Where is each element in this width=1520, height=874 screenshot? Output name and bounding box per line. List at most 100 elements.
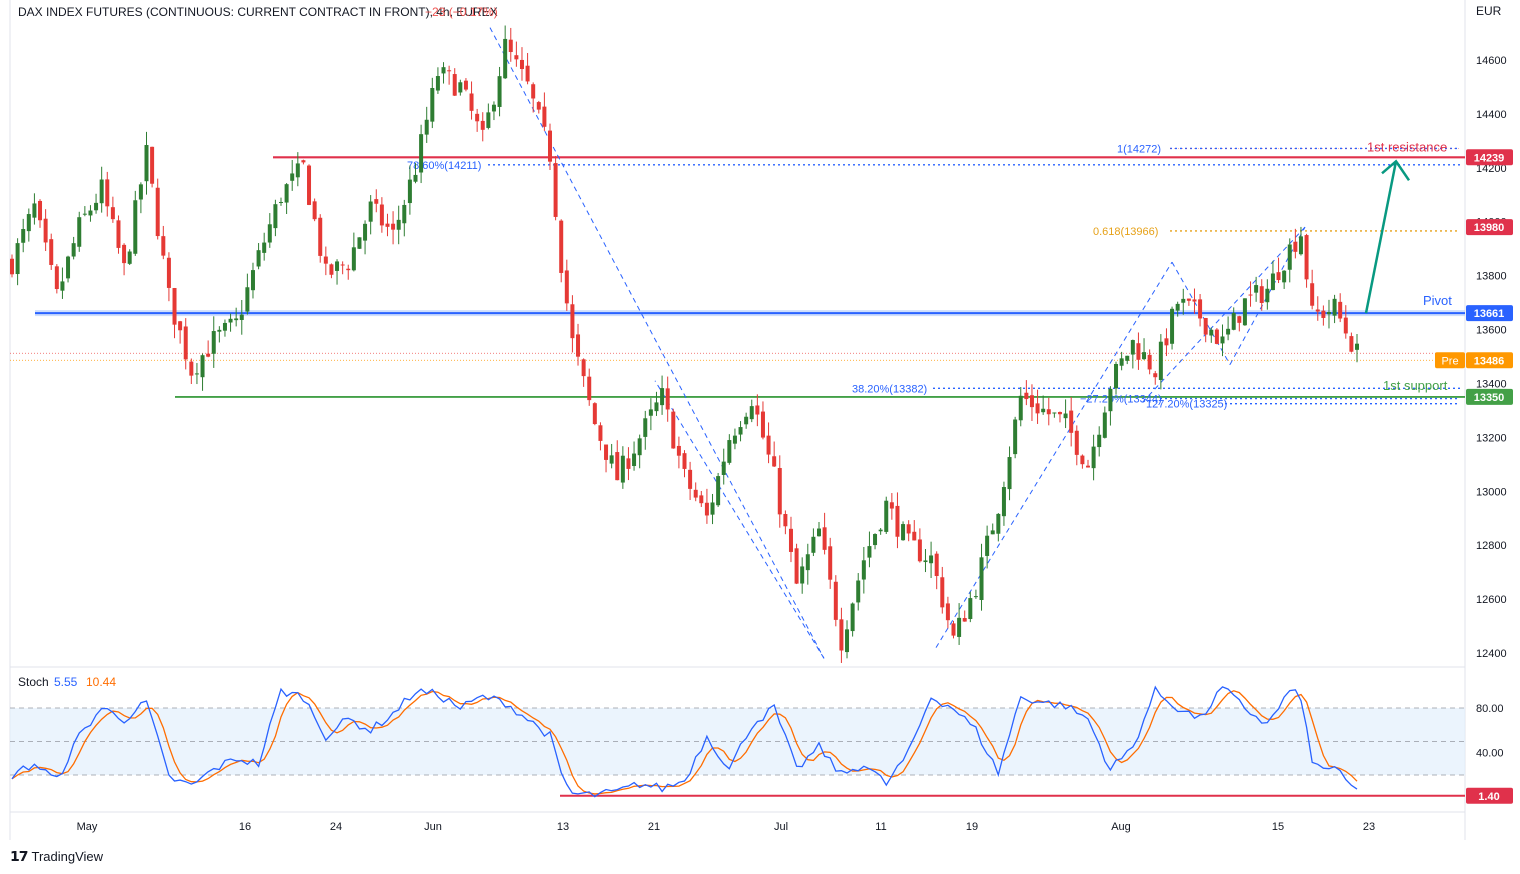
price-axis-tick: 14600 [1476, 55, 1507, 67]
candle-body [312, 201, 317, 220]
tradingview-watermark[interactable]: 𝟭𝟳 TradingView [10, 848, 103, 865]
candle-body [777, 468, 782, 515]
candle-body [77, 217, 82, 247]
candle-body [1018, 395, 1023, 421]
candle-body [155, 187, 160, 237]
candle-body [301, 160, 306, 163]
candle-body [1254, 285, 1259, 293]
time-axis-tick: 13 [557, 821, 569, 833]
time-axis-tick: 23 [1363, 821, 1375, 833]
price-tag-label: 13350 [1474, 392, 1505, 404]
fib-level-label: 0.618(13966) [1093, 226, 1158, 238]
candle-body [660, 388, 665, 406]
candle-body [1001, 487, 1006, 517]
price-axis-tick: 12400 [1476, 648, 1507, 660]
candle-body [1203, 317, 1208, 335]
candle-body [54, 266, 59, 290]
candle-body [60, 281, 65, 291]
candle-body [419, 134, 424, 173]
candle-body [744, 416, 749, 425]
candle-body [295, 163, 300, 178]
candle-body [1057, 412, 1062, 415]
candle-body [391, 223, 396, 230]
pre-market-tag-label: Pre [1441, 355, 1458, 367]
candle-body [1114, 363, 1119, 389]
price-tag-label: 13661 [1474, 308, 1505, 320]
candle-body [755, 405, 760, 415]
candle-body [783, 513, 788, 527]
candle-body [486, 112, 491, 128]
candle-body [704, 502, 709, 516]
candle-body [985, 535, 990, 556]
candle-body [194, 373, 199, 375]
candle-body [934, 553, 939, 577]
candle-body [794, 548, 799, 584]
candle-body [99, 179, 104, 204]
candle-body [475, 113, 480, 122]
candle-body [262, 242, 267, 253]
candle-body [1035, 403, 1040, 414]
candle-body [962, 618, 967, 622]
candle-body [491, 104, 496, 112]
candle-body [116, 220, 121, 248]
candle-body [1080, 455, 1085, 465]
stoch-title: Stoch [18, 675, 49, 689]
candle-body [1231, 312, 1236, 330]
time-axis-tick: Aug [1111, 821, 1131, 833]
candle-body [727, 440, 732, 463]
candle-body [211, 331, 216, 354]
candle-body [788, 528, 793, 552]
candle-body [329, 264, 334, 275]
candle-body [497, 76, 502, 107]
candle-body [559, 220, 564, 273]
candle-body [346, 268, 351, 271]
candle-body [828, 546, 833, 580]
candle-body [637, 438, 642, 456]
price-axis-tick: 13400 [1476, 378, 1507, 390]
candle-body [245, 287, 250, 312]
candle-body [822, 527, 827, 550]
price-axis-tick: 13800 [1476, 271, 1507, 283]
candle-body [49, 239, 54, 265]
candle-body [598, 425, 603, 441]
candle-body [1310, 283, 1315, 306]
candle-body [183, 326, 188, 360]
candle-body [682, 453, 687, 469]
fib-level-label: 1(14272) [1117, 143, 1161, 155]
candle-body [1086, 465, 1090, 468]
candle-body [273, 204, 278, 229]
candle-body [200, 355, 205, 378]
candle-body [867, 546, 872, 558]
candle-body [620, 455, 625, 483]
candle-body [228, 318, 233, 323]
candle-body [407, 179, 412, 204]
candle-body [1214, 329, 1219, 344]
candle-body [402, 204, 407, 224]
candle-body [290, 173, 295, 181]
time-axis-tick: 24 [330, 821, 342, 833]
candle-body [150, 146, 155, 184]
candle-body [1343, 317, 1348, 334]
tradingview-logo-icon: 𝟭𝟳 [10, 848, 29, 864]
candle-body [452, 74, 457, 96]
candle-body [250, 270, 255, 291]
candle-body [1158, 341, 1163, 381]
candle-body [458, 82, 463, 93]
candle-body [1220, 336, 1225, 344]
candle-body [772, 456, 777, 467]
candle-body [833, 581, 838, 620]
candle-body [284, 184, 289, 203]
candle-body [1287, 244, 1292, 270]
candle-body [307, 165, 312, 205]
candle-body [1298, 236, 1303, 255]
price-axis-tick: 13600 [1476, 325, 1507, 337]
chart-canvas: 1(14272) 78.60%(14211) 0.618(13966) 38.20%(… [0, 0, 1520, 874]
candle-body [1046, 409, 1051, 415]
candle-body [514, 55, 519, 60]
price-tag-label: 14239 [1474, 152, 1505, 164]
candle-body [531, 84, 536, 99]
candle-body [1242, 298, 1247, 326]
price-axis-tick: 12600 [1476, 594, 1507, 606]
candle-body [480, 120, 485, 130]
level-label-1st-resistance: 1st resistance [1367, 139, 1447, 154]
